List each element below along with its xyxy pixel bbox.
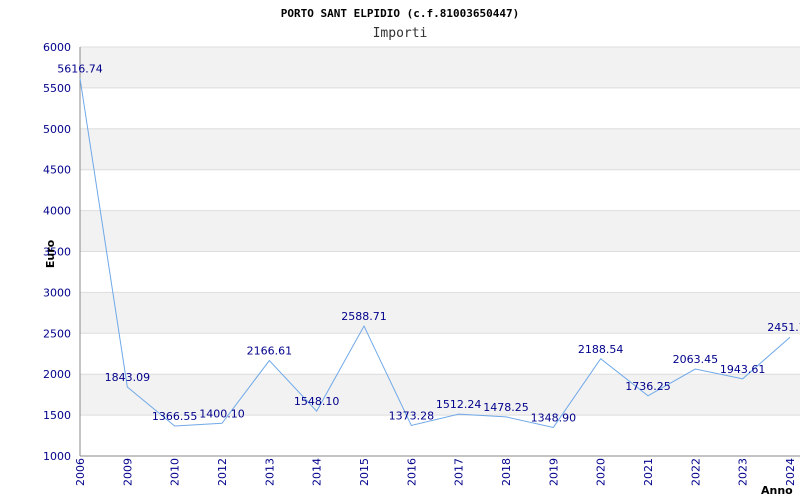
x-tick-label: 2024 xyxy=(784,458,797,486)
x-tick-label: 2020 xyxy=(595,458,608,486)
data-label: 1548.10 xyxy=(294,395,340,408)
x-tick-label: 2017 xyxy=(453,458,466,486)
y-tick-label: 1500 xyxy=(43,409,71,422)
x-tick-label: 2019 xyxy=(547,458,560,486)
y-tick-label: 6000 xyxy=(43,41,71,54)
x-tick-label: 2013 xyxy=(263,458,276,486)
data-label: 2451.72 xyxy=(767,321,800,334)
x-tick-labels: 2006 2009 2010 2012 2013 2014 2015 2016 2017 2018… xyxy=(74,458,797,486)
data-label: 1348.90 xyxy=(531,411,577,424)
x-axis-label: Anno xyxy=(761,484,793,497)
x-tick-label: 2009 xyxy=(121,458,134,486)
x-tick-label: 2021 xyxy=(642,458,655,486)
chart-title: PORTO SANT ELPIDIO (c.f.81003650447) xyxy=(281,7,519,20)
line-chart: 1000150020002500300035004000450050005500… xyxy=(43,7,800,497)
background-band xyxy=(80,128,800,170)
data-label: 1843.09 xyxy=(105,371,151,384)
x-tick-label: 2012 xyxy=(216,458,229,486)
y-tick-label: 1000 xyxy=(43,450,71,463)
data-label: 1373.28 xyxy=(389,409,435,422)
data-label: 2166.61 xyxy=(247,345,293,358)
y-axis-label: Euro xyxy=(44,239,57,268)
chart: 1000 1500 2000 2500 3000 3500 4000 4500 5000 5500… xyxy=(0,0,800,500)
background-band xyxy=(80,47,800,88)
x-tick-label: 2006 xyxy=(74,458,87,486)
y-tick-label: 4500 xyxy=(43,164,71,177)
data-label: 2063.45 xyxy=(673,353,719,366)
chart-subtitle: Importi xyxy=(373,26,428,41)
data-label: 1943.61 xyxy=(720,363,766,376)
x-tick-label: 2018 xyxy=(500,458,513,486)
x-tick-label: 2022 xyxy=(689,458,702,486)
x-tick-label: 2023 xyxy=(737,458,750,486)
y-tick-label: 5000 xyxy=(43,123,71,136)
x-tick-label: 2016 xyxy=(405,458,418,486)
background-band xyxy=(80,169,800,211)
y-tick-label: 2000 xyxy=(43,368,71,381)
data-label: 1512.24 xyxy=(436,398,482,411)
data-label: 1366.55 xyxy=(152,410,198,423)
y-tick-label: 3000 xyxy=(43,286,71,299)
data-label: 1478.25 xyxy=(483,401,529,414)
data-label: 5616.74 xyxy=(57,62,103,75)
y-tick-label: 4000 xyxy=(43,205,71,218)
data-label: 1400.10 xyxy=(199,407,245,420)
x-tick-label: 2014 xyxy=(311,458,324,486)
data-label: 1736.25 xyxy=(625,380,671,393)
y-tick-label: 5500 xyxy=(43,82,71,95)
y-tick-label: 2500 xyxy=(43,327,71,340)
background-band xyxy=(80,251,800,293)
background-band xyxy=(80,87,800,129)
background-band xyxy=(80,292,800,334)
x-tick-label: 2015 xyxy=(358,458,371,486)
x-tick-label: 2010 xyxy=(169,458,182,486)
data-label: 2188.54 xyxy=(578,343,624,356)
background-band xyxy=(80,210,800,252)
data-label: 2588.71 xyxy=(341,310,387,323)
